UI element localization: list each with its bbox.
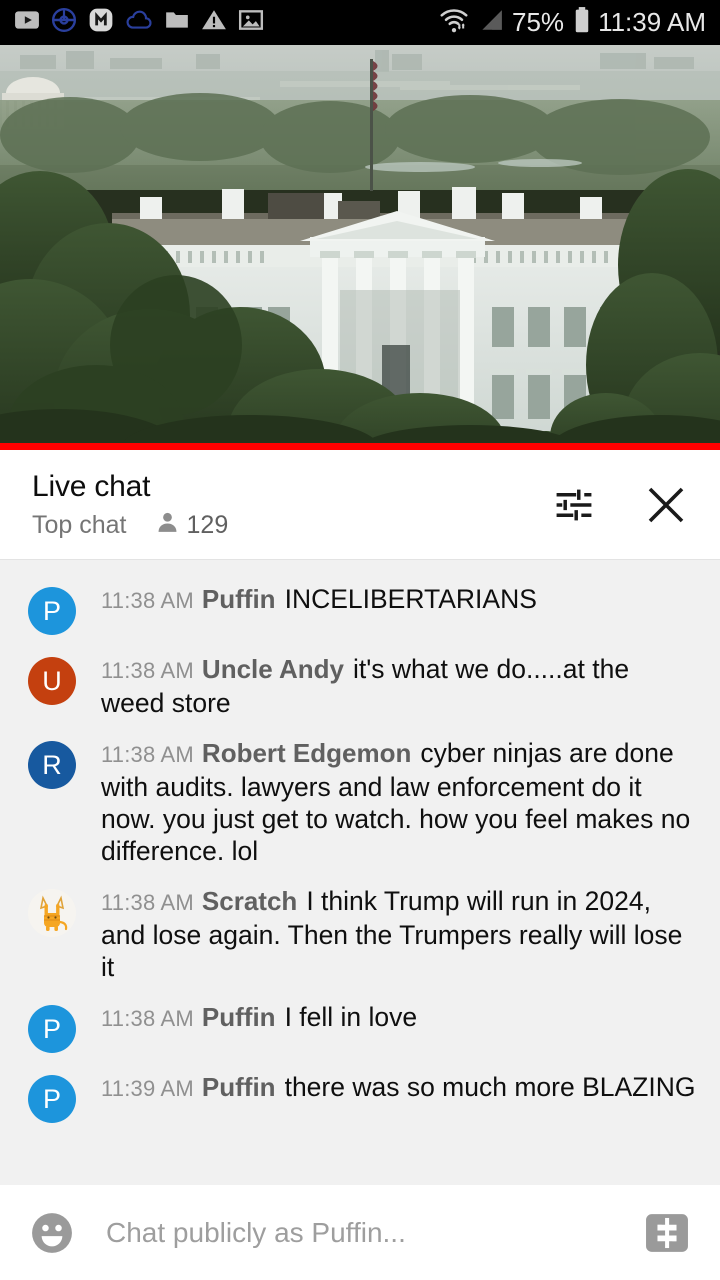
chat-message-text: there was so much more BLAZING	[284, 1072, 696, 1102]
chat-message-author[interactable]: Uncle Andy	[202, 654, 344, 684]
avatar[interactable]: P	[28, 1005, 76, 1053]
wifi-icon	[438, 6, 470, 39]
live-chat-header-texts: Live chat Top chat 129	[32, 469, 546, 540]
super-chat-button[interactable]	[642, 1211, 692, 1255]
avatar[interactable]: P	[28, 1075, 76, 1123]
warning-icon	[201, 7, 227, 38]
emoji-icon[interactable]	[28, 1209, 76, 1257]
close-chat-button[interactable]	[638, 477, 694, 533]
battery-icon	[573, 6, 591, 39]
chat-message-body: 11:38 AM Puffin INCELIBERTARIANS	[101, 583, 696, 617]
viewer-count-label: 129	[186, 510, 229, 539]
cell-signal-icon	[477, 6, 505, 39]
chat-input[interactable]	[106, 1216, 624, 1249]
youtube-icon	[14, 7, 40, 38]
chat-message-author[interactable]: Puffin	[202, 584, 276, 614]
chat-message[interactable]: P 11:38 AM Puffin INCELIBERTARIANS	[0, 574, 720, 644]
image-icon	[238, 7, 264, 38]
chat-message-author[interactable]: Scratch	[202, 886, 297, 916]
chat-message-timestamp: 11:38 AM	[101, 742, 194, 767]
live-chat-title: Live chat	[32, 470, 151, 503]
chat-message[interactable]: R 11:38 AM Robert Edgemon cyber ninjas are …	[0, 728, 720, 876]
chat-message[interactable]: 11:38 AM Scratch I think Trump will run in…	[0, 876, 720, 992]
video-progress-fill	[0, 443, 720, 450]
chat-message[interactable]: P 11:38 AM Puffin I fell in love	[0, 992, 720, 1062]
chat-message-body: 11:38 AM Puffin I fell in love	[101, 1001, 696, 1035]
chat-mode-label[interactable]: Top chat	[32, 511, 127, 539]
chat-message-body: 11:38 AM Robert Edgemon cyber ninjas are d…	[101, 737, 696, 867]
person-icon	[155, 510, 180, 540]
chat-message-text: INCELIBERTARIANS	[284, 584, 537, 614]
android-status-bar: 75% 11:39 AM	[0, 0, 720, 45]
chat-message-timestamp: 11:38 AM	[101, 1006, 194, 1031]
avatar[interactable]: U	[28, 657, 76, 705]
chat-message-body: 11:38 AM Scratch I think Trump will run in…	[101, 885, 696, 983]
chat-message-text: I fell in love	[284, 1002, 418, 1032]
chat-message[interactable]: P 11:39 AM Puffin there was so much more BL…	[0, 1062, 720, 1132]
viewer-count-group: 129	[155, 510, 229, 540]
chat-message[interactable]: U 11:38 AM Uncle Andy it's what we do.....a…	[0, 644, 720, 728]
chat-message-timestamp: 11:38 AM	[101, 658, 194, 683]
chat-message-author[interactable]: Robert Edgemon	[202, 738, 411, 768]
status-bar-clock: 11:39 AM	[598, 7, 706, 37]
chat-message-body: 11:39 AM Puffin there was so much more BLA…	[101, 1071, 696, 1105]
video-player[interactable]	[0, 45, 720, 450]
chat-message-timestamp: 11:39 AM	[101, 1076, 194, 1101]
live-chat-subrow: Top chat 129	[32, 510, 546, 540]
battery-percent-label: 75%	[512, 7, 565, 37]
cloud-sync-icon	[125, 7, 153, 38]
chat-message-author[interactable]: Puffin	[202, 1072, 276, 1102]
avatar[interactable]	[28, 889, 76, 937]
messenger-icon	[88, 7, 114, 38]
video-progress-bar[interactable]	[0, 443, 720, 450]
chat-message-timestamp: 11:38 AM	[101, 588, 194, 613]
live-chat-header: Live chat Top chat 129	[0, 450, 720, 560]
chat-message-author[interactable]: Puffin	[202, 1002, 276, 1032]
folder-icon	[164, 7, 190, 38]
chat-message-body: 11:38 AM Uncle Andy it's what we do.....at…	[101, 653, 696, 719]
avatar[interactable]: P	[28, 587, 76, 635]
status-bar-notification-icons	[14, 7, 438, 38]
status-bar-system-icons: 75% 11:39 AM	[438, 6, 706, 39]
chat-composer	[0, 1185, 720, 1280]
pokemon-go-icon	[51, 7, 77, 38]
avatar[interactable]: R	[28, 741, 76, 789]
live-chat-message-list[interactable]: P 11:38 AM Puffin INCELIBERTARIANS U 11:38 AM…	[0, 560, 720, 1185]
chat-message-timestamp: 11:38 AM	[101, 890, 194, 915]
white-house-video-frame	[0, 45, 720, 450]
chat-settings-button[interactable]	[546, 477, 602, 533]
